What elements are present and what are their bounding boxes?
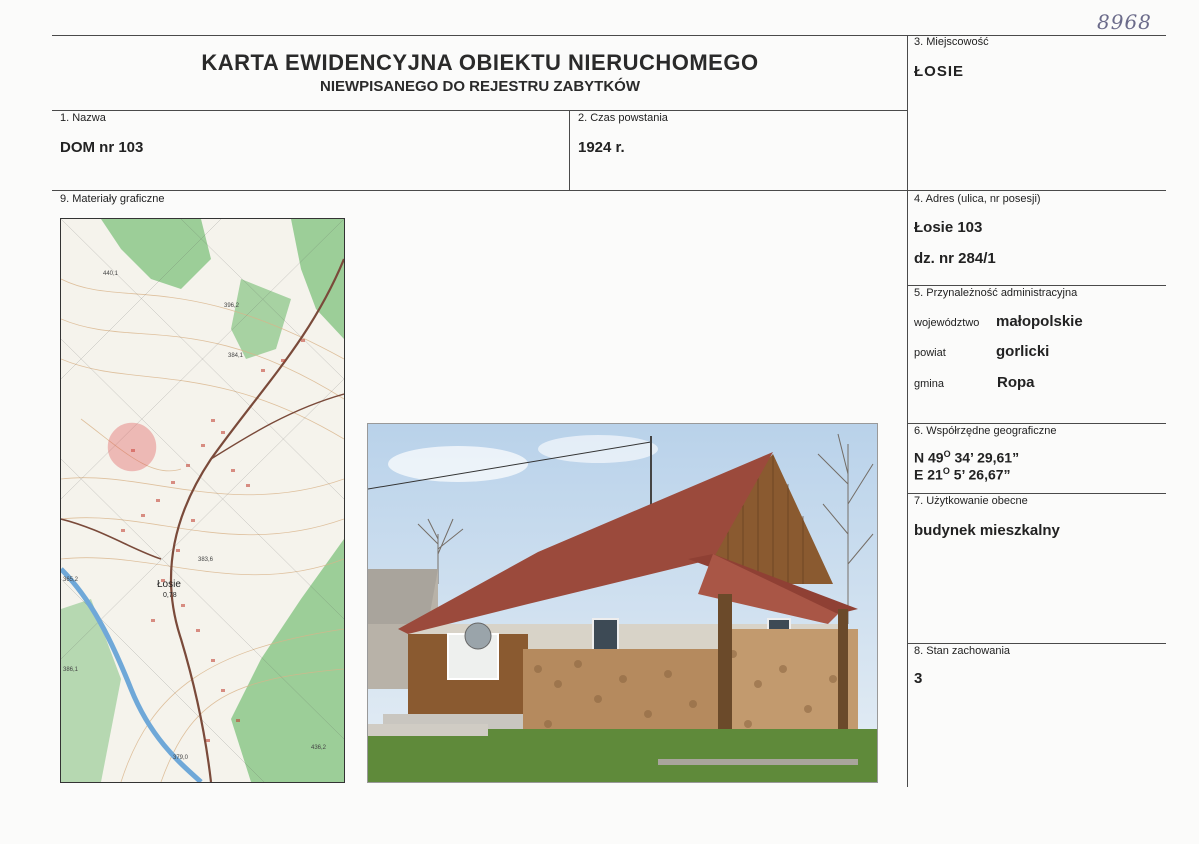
nazwa-label: 1. Nazwa xyxy=(60,112,106,124)
map-elevation: 383,6 xyxy=(198,557,214,563)
page-title: KARTA EWIDENCYJNA OBIEKTU NIERUCHOMEGO xyxy=(201,50,759,75)
rule-row2-bottom xyxy=(52,190,1166,191)
page-subtitle: NIEWPISANEGO DO REJESTRU ZABYTKÓW xyxy=(319,78,641,95)
wojewodztwo-label: województwo xyxy=(914,317,980,329)
map-place-name: Łosie xyxy=(157,579,181,590)
dzialka-value: dz. nr 284/1 xyxy=(914,250,996,267)
location-map: Łosie 0,78 440,1 396,2 384,1 383,6 436,2… xyxy=(60,218,345,783)
adres-value: Łosie 103 xyxy=(914,219,983,236)
uzytkowanie-value: budynek mieszkalny xyxy=(914,522,1060,539)
house-photo-illustration xyxy=(368,424,877,782)
rule-name-divider xyxy=(569,110,570,190)
czas-value: 1924 r. xyxy=(578,139,625,156)
longitude-value: E 21O 5’ 26,67” xyxy=(914,466,1011,483)
czas-label: 2. Czas powstania xyxy=(578,112,668,124)
satellite-dish xyxy=(464,622,492,650)
gmina-value: Ropa xyxy=(997,374,1035,391)
stan-value: 3 xyxy=(914,670,923,687)
map-elevation: 386,1 xyxy=(63,667,79,673)
map-elevation: 436,2 xyxy=(311,745,327,751)
map-elevation: 396,2 xyxy=(224,303,240,309)
rule-adres-bottom xyxy=(907,285,1166,286)
grass xyxy=(368,729,877,782)
rule-right-column xyxy=(907,35,908,787)
map-elevation: 384,1 xyxy=(228,353,244,359)
rule-top xyxy=(52,35,1166,36)
building-photo xyxy=(367,423,878,783)
gmina-label: gmina xyxy=(914,378,944,390)
rule-admin-bottom xyxy=(907,423,1166,424)
przynaleznosc-label: 5. Przynależność administracyjna xyxy=(914,287,1078,299)
nazwa-value: DOM nr 103 xyxy=(60,139,144,156)
uzytkowanie-label: 7. Użytkowanie obecne xyxy=(914,495,1028,507)
materialy-label: 9. Materiały graficzne xyxy=(60,193,165,205)
map-elevation: 365,2 xyxy=(63,577,79,583)
map-elevation: 379,0 xyxy=(173,755,189,761)
adres-label: 4. Adres (ulica, nr posesji) xyxy=(914,193,1041,205)
powiat-label: powiat xyxy=(914,347,946,359)
record-card: 8968 KARTA EWIDENCYJNA OBIEKTU NIERUCHOM… xyxy=(0,0,1199,844)
powiat-value: gorlicki xyxy=(996,343,1050,360)
map-place-elev: 0,78 xyxy=(163,592,177,599)
rule-title-bottom xyxy=(52,110,907,111)
wojewodztwo-value: małopolskie xyxy=(996,313,1083,330)
handwritten-number: 8968 xyxy=(1097,10,1152,34)
topographic-map: Łosie 0,78 440,1 396,2 384,1 383,6 436,2… xyxy=(61,219,344,782)
rule-usage-bottom xyxy=(907,643,1166,644)
latitude-value: N 49O 34’ 29,61” xyxy=(914,449,1020,466)
stan-label: 8. Stan zachowania xyxy=(914,645,1011,657)
rule-coords-bottom xyxy=(907,493,1166,494)
map-elevation: 440,1 xyxy=(103,271,119,277)
miejscowosc-value: ŁOSIE xyxy=(914,63,965,80)
location-marker xyxy=(107,422,157,472)
miejscowosc-label: 3. Miejscowość xyxy=(914,36,989,48)
wspolrzedne-label: 6. Współrzędne geograficzne xyxy=(914,425,1057,437)
